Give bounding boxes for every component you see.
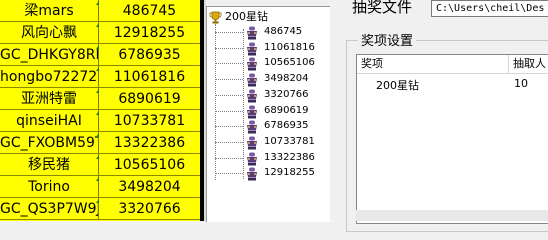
table-row: 亚洲特雷 6890619 [0, 88, 200, 110]
tree-node[interactable]: 10733781 [215, 134, 331, 150]
player-id-cell: 6786935 [118, 47, 181, 63]
player-name-cell: Torino [0, 176, 99, 198]
tree-node[interactable]: 6786935 [215, 118, 331, 134]
tree-node[interactable]: 486745 [215, 24, 331, 40]
player-name-cell: 梁mars [0, 0, 99, 22]
tree-node[interactable]: 11061816 [215, 40, 331, 56]
trophy-icon [209, 11, 222, 23]
cell-error-marker [96, 89, 99, 93]
cell-error-marker [96, 111, 99, 115]
player-name-cell: GC_DHKGY8RK [0, 44, 99, 66]
user-icon [245, 56, 259, 71]
user-icon [245, 151, 259, 166]
table-row: Torino 3498204 [0, 176, 200, 198]
tree-connector [215, 94, 243, 96]
tree-connector [215, 126, 243, 128]
tree-node[interactable]: 12918255 [215, 165, 331, 181]
user-icon [245, 166, 259, 181]
player-id-cell: 3498204 [118, 179, 181, 195]
table-row: 风向心飘 12918255 [0, 22, 200, 44]
player-id-cell: 10733781 [113, 113, 186, 129]
tree-node[interactable]: 10565106 [215, 55, 331, 71]
table-row: GC_QS3P7W9J 3320766 [0, 198, 200, 220]
player-name-cell: GC_QS3P7W9J [0, 198, 99, 220]
prize-name-cell[interactable]: 200星钻 [376, 77, 419, 93]
player-name-cell: 风向心飘 [0, 22, 99, 44]
tree-node-label: 13322386 [264, 151, 315, 163]
table-row: qinseiHAI 10733781 [0, 110, 200, 132]
user-icon [245, 104, 259, 118]
prize-list[interactable]: 奖项 抽取人 200星钻 10 [356, 54, 548, 224]
table-row: 梁mars 486745 [0, 0, 200, 22]
cell-error-marker [96, 1, 99, 5]
tree-connector [215, 79, 243, 81]
tree-connector [215, 110, 243, 112]
tree-node[interactable]: 13322386 [215, 150, 331, 166]
tree-connector [215, 141, 243, 143]
prize-list-header: 奖项 抽取人 [357, 55, 548, 74]
cell-error-marker [96, 177, 99, 181]
file-path-field[interactable]: C:\Users\cheil\Des [431, 0, 548, 17]
cell-error-marker [96, 23, 99, 27]
tree-node[interactable]: 6890619 [215, 103, 331, 119]
winners-table: 梁mars 486745 风向心飘 12918255 GC_DHKGY8RK 678693… [0, 0, 200, 221]
prize-tree-view[interactable]: 200星钻 486745 11061816 10565106 3498204 33207… [206, 6, 331, 222]
tree-root-node[interactable]: 200星钻 [209, 9, 268, 25]
player-id-cell: 10565106 [113, 157, 186, 173]
row-gridline [0, 219, 200, 220]
cell-error-marker [96, 199, 99, 203]
tree-node-label: 12918255 [264, 167, 315, 179]
player-id-cell: 11061816 [113, 69, 186, 85]
player-id-cell: 12918255 [113, 25, 186, 41]
tree-node-label: 10565106 [264, 57, 315, 69]
settings-panel: 抽奖文件 C:\Users\cheil\Des 奖项设置 奖项 抽取人 200星… [330, 0, 548, 232]
tree-node-label: 6786935 [264, 120, 309, 132]
column-header-count[interactable]: 抽取人 [509, 55, 548, 73]
player-name-cell: hongbo722722 [0, 66, 99, 88]
tree-connector [215, 157, 243, 159]
horizontal-scrollbar[interactable] [356, 210, 548, 221]
tree-node-label: 10733781 [264, 135, 315, 147]
tree-connector [215, 32, 243, 33]
cell-error-marker [96, 67, 99, 71]
player-id-cell: 3320766 [118, 201, 181, 217]
prize-settings-title: 奖项设置 [358, 30, 417, 49]
cell-error-marker [96, 155, 99, 159]
table-row: GC_DHKGY8RK 6786935 [0, 44, 200, 66]
user-icon [245, 72, 259, 87]
table-row: hongbo722722 11061816 [0, 66, 200, 88]
user-icon [245, 88, 259, 103]
tree-root-label: 200星钻 [225, 10, 268, 23]
player-name-cell: qinseiHAI [0, 110, 99, 132]
tree-connector [215, 47, 243, 49]
player-name-cell: 移民猪 [0, 154, 99, 176]
tree-connector [215, 173, 243, 175]
cell-error-marker [96, 133, 99, 137]
tree-node-label: 486745 [264, 26, 303, 37]
tree-node-label: 6890619 [264, 104, 309, 116]
tree-node-label: 3320766 [264, 88, 309, 100]
user-icon [245, 41, 259, 56]
tree-node[interactable]: 3320766 [215, 87, 331, 103]
table-row: 移民猪 10565106 [0, 154, 200, 176]
column-header-prize[interactable]: 奖项 [357, 55, 509, 73]
tree-connector [215, 63, 243, 65]
player-id-cell: 486745 [122, 3, 177, 19]
tree-node-label: 11061816 [264, 41, 315, 53]
tree-node[interactable]: 3498204 [215, 71, 331, 87]
cell-error-marker [96, 45, 99, 49]
player-name-cell: GC_FXOBM59T [0, 132, 99, 154]
player-id-cell: 13322386 [113, 135, 186, 151]
table-row: GC_FXOBM59T 13322386 [0, 132, 200, 154]
user-icon [245, 119, 259, 134]
user-icon [245, 25, 259, 40]
tree-node-label: 3498204 [264, 73, 309, 85]
draw-file-label: 抽奖文件 [352, 0, 413, 16]
player-id-cell: 6890619 [118, 91, 181, 107]
player-name-cell: 亚洲特雷 [0, 88, 99, 110]
prize-count-cell[interactable]: 10 [514, 77, 528, 90]
user-icon [245, 135, 259, 150]
